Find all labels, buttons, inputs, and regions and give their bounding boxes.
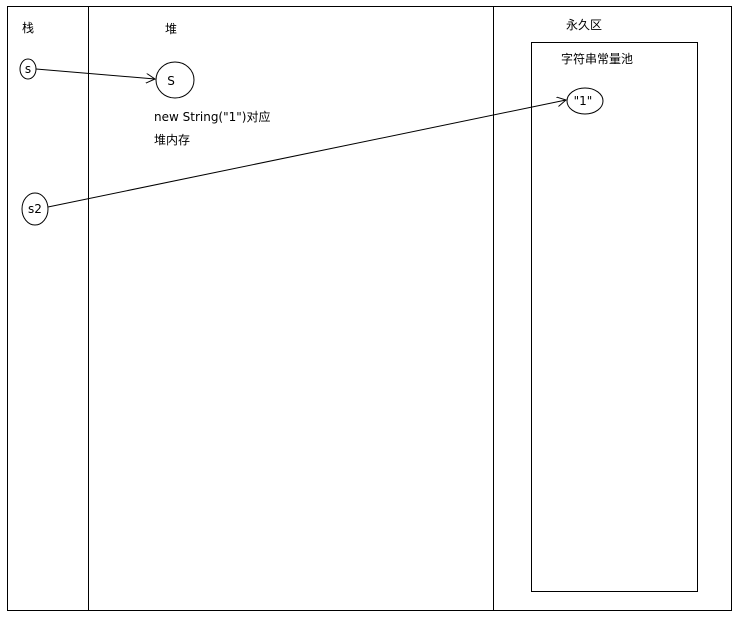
arrow-s-to-heap bbox=[35, 68, 155, 79]
pool-literal-label: "1" bbox=[574, 94, 593, 108]
stack-var-s2-label: s2 bbox=[28, 202, 42, 216]
memory-diagram: s s2 S "1" bbox=[7, 6, 732, 611]
heap-object-label: S bbox=[167, 74, 175, 88]
heap-region-label: 堆 bbox=[165, 22, 178, 36]
heap-note-line2: 堆内存 bbox=[154, 133, 191, 147]
outer-frame bbox=[7, 6, 732, 611]
string-pool-box bbox=[531, 42, 698, 592]
string-pool-title: 字符串常量池 bbox=[561, 52, 634, 66]
permgen-region-label: 永久区 bbox=[566, 18, 603, 32]
stack-var-s-label: s bbox=[25, 62, 31, 76]
arrow-s2-to-pool bbox=[47, 100, 566, 208]
heap-object-circle bbox=[155, 61, 195, 99]
heap-note-line1: new String("1")对应 bbox=[154, 110, 271, 124]
stack-region-label: 栈 bbox=[22, 21, 35, 35]
